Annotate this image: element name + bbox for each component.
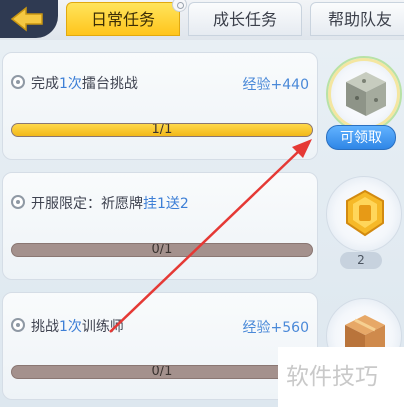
task-card: 开服限定：祈愿牌挂1送2 0/1	[2, 172, 318, 280]
tab-growth-tasks[interactable]: 成长任务	[188, 2, 302, 36]
golden-token-icon	[346, 189, 384, 237]
progress-bar: 0/1	[11, 365, 313, 379]
task-title: 挑战1次训练师	[31, 319, 124, 335]
task-card: 完成1次擂台挑战 经验+440 1/1	[2, 52, 318, 160]
stone-cube-icon	[346, 72, 386, 116]
task-title: 完成1次擂台挑战	[31, 76, 138, 92]
task-card: 挑战1次训练师 经验+560 0/1	[2, 292, 318, 400]
bullet-icon	[11, 195, 25, 209]
progress-text: 0/1	[151, 365, 173, 379]
claim-button[interactable]: 可领取	[326, 125, 396, 150]
tab-indicator-icon	[172, 0, 187, 12]
tab-label: 日常任务	[90, 10, 155, 29]
bullet-icon	[11, 75, 25, 89]
tab-label: 成长任务	[212, 10, 277, 29]
tab-daily-tasks[interactable]: 日常任务	[66, 0, 187, 36]
watermark: 软件技巧	[278, 347, 404, 407]
task-reward: 经验+440	[242, 77, 309, 93]
progress-text: 0/1	[151, 243, 173, 257]
back-button[interactable]	[0, 0, 58, 38]
progress-text: 1/1	[151, 123, 173, 137]
tab-label: 帮助队友	[327, 10, 392, 29]
reward-count: 2	[340, 252, 382, 269]
task-reward: 经验+560	[242, 320, 309, 336]
progress-bar: 0/1	[11, 243, 313, 257]
reward-slot[interactable]	[326, 176, 402, 252]
tab-help-teammates[interactable]: 帮助队友	[310, 2, 404, 36]
back-arrow-icon	[10, 6, 43, 32]
tab-bar: 日常任务 成长任务 帮助队友	[0, 0, 404, 40]
bullet-icon	[11, 318, 25, 332]
task-title: 开服限定：祈愿牌挂1送2	[31, 196, 189, 212]
reward-slot[interactable]	[326, 56, 402, 132]
progress-bar: 1/1	[11, 123, 313, 137]
